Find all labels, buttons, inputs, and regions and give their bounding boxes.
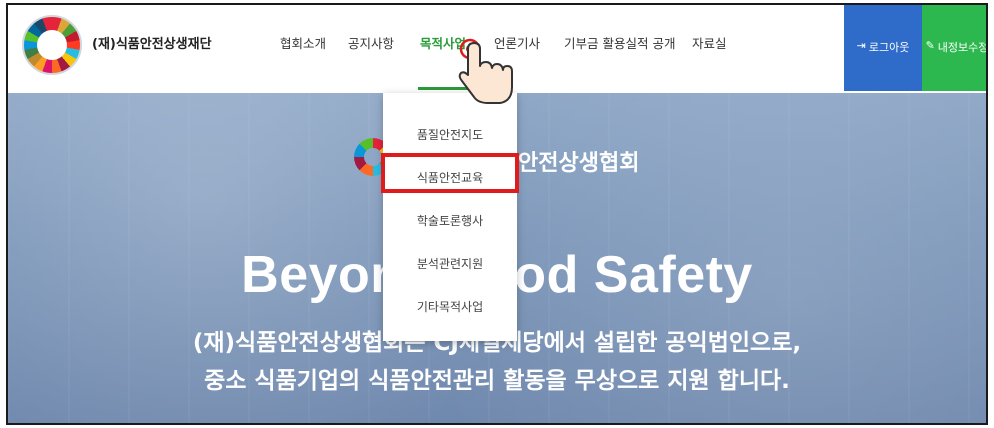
sdg-wheel-logo-icon[interactable]: [22, 15, 82, 75]
nav-item-resources[interactable]: 자료실: [692, 33, 727, 52]
hand-pointer-icon: [458, 38, 513, 104]
edit-profile-button[interactable]: ✎ 내정보수정: [922, 5, 988, 91]
nav-item-notice[interactable]: 공지사항: [348, 33, 394, 52]
dropdown-item-quality-guidance[interactable]: 품질안전지도: [383, 126, 517, 143]
logout-icon: ⇥: [856, 39, 866, 52]
projects-dropdown-menu: 품질안전지도 식품안전교육 학술토론행사 분석관련지원 기타목적사업: [383, 93, 517, 341]
nav-item-donation-report[interactable]: 기부금 활용실적 공개: [564, 33, 675, 52]
edit-profile-label: 내정보수정: [937, 41, 988, 54]
org-name[interactable]: (재)식품안전상생재단: [92, 33, 212, 52]
dropdown-item-other-projects[interactable]: 기타목적사업: [383, 298, 517, 315]
dropdown-item-academic-forum[interactable]: 학술토론행사: [383, 212, 517, 229]
hero-association-name: 안전상생협회: [518, 151, 640, 176]
pencil-icon: ✎: [925, 39, 935, 52]
logout-label: 로그아웃: [868, 41, 910, 54]
hero-description-line-2: 중소 식품기업의 식품안전관리 활동을 무상으로 지원 합니다.: [204, 368, 790, 394]
screenshot-frame: (재)식품안전상생재단 협회소개 공지사항 목적사업 언론기사 기부금 활용실적…: [6, 3, 988, 425]
nav-item-about[interactable]: 협회소개: [280, 33, 326, 52]
dropdown-item-analysis-support[interactable]: 분석관련지원: [383, 255, 517, 272]
logout-button[interactable]: ⇥ 로그아웃: [844, 5, 922, 91]
highlight-box: [381, 153, 519, 193]
